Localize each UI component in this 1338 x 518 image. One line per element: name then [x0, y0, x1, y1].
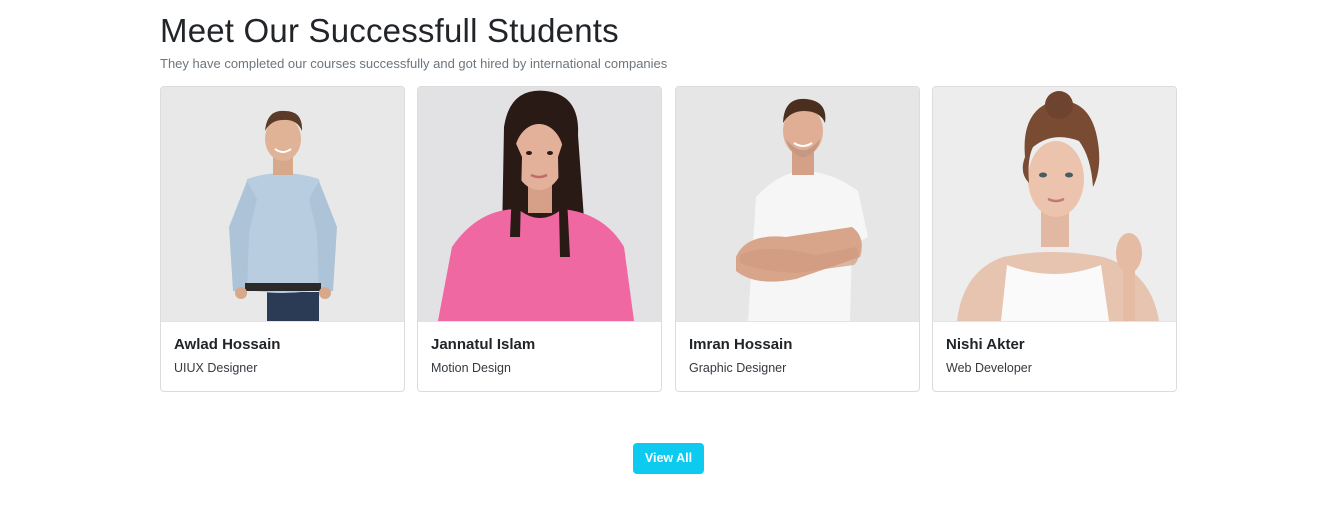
student-role: UIUX Designer [174, 361, 258, 375]
student-name: Awlad Hossain [174, 336, 281, 353]
student-name: Nishi Akter [946, 336, 1025, 353]
student-card: Nishi Akter Web Developer [932, 86, 1177, 392]
view-all-button[interactable]: View All [633, 443, 704, 474]
section-title: Meet Our Successfull Students [160, 12, 619, 49]
section-subtitle: They have completed our courses successf… [160, 56, 668, 71]
student-name: Jannatul Islam [431, 336, 536, 353]
student-card: Jannatul Islam Motion Design [417, 86, 662, 392]
student-card: Imran Hossain Graphic Designer [675, 86, 920, 392]
student-role: Web Developer [946, 361, 1032, 375]
students-section: Meet Our Successfull Students They have … [160, 0, 1177, 392]
student-photo [418, 87, 661, 322]
student-photo [933, 87, 1176, 322]
student-cards: Awlad Hossain UIUX Designer Jannatul Isl… [160, 86, 1177, 392]
student-role: Motion Design [431, 361, 511, 375]
student-name: Imran Hossain [689, 336, 793, 353]
student-card: Awlad Hossain UIUX Designer [160, 86, 405, 392]
student-photo [161, 87, 404, 322]
student-photo [676, 87, 919, 322]
student-role: Graphic Designer [689, 361, 787, 375]
